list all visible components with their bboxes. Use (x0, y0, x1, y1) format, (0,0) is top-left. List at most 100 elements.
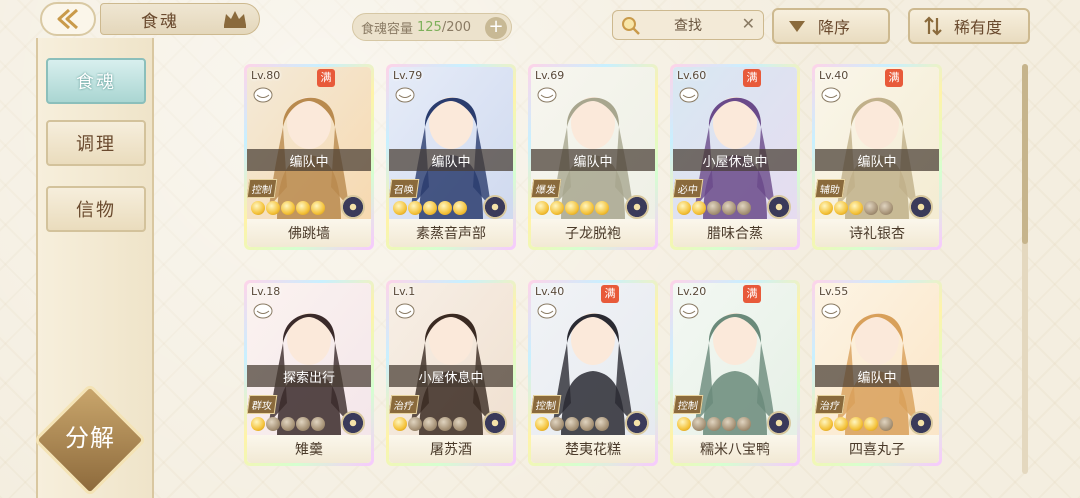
level-label: Lv.20 (677, 285, 707, 298)
status-badge: 小屋休息中 (389, 365, 513, 387)
star-icon (722, 201, 736, 215)
element-icon (909, 411, 933, 435)
star-icon (707, 417, 721, 431)
bowl-icon (821, 87, 841, 103)
star-icon (677, 417, 691, 431)
bowl-icon (537, 303, 557, 319)
star-icon (737, 201, 751, 215)
star-rating (819, 417, 893, 431)
card-name: 雉羹 (247, 435, 371, 463)
food-soul-card[interactable]: Lv.20 满 控制 糯米八宝鸭 (670, 280, 800, 466)
star-icon (550, 201, 564, 215)
star-rating (251, 201, 325, 215)
back-arrow-icon (57, 8, 79, 30)
role-tag: 爆发 (531, 179, 562, 198)
star-icon (677, 201, 691, 215)
search-input[interactable]: 查找 ✕ (612, 10, 764, 40)
level-label: Lv.60 (677, 69, 707, 82)
star-icon (423, 417, 437, 431)
card-name: 屠苏酒 (389, 435, 513, 463)
food-soul-card[interactable]: Lv.60 满 小屋休息中 必中 腊味合蒸 (670, 64, 800, 250)
sidebar-item-label: 调理 (76, 134, 116, 155)
food-soul-card[interactable]: Lv.40 满 编队中 辅助 诗礼银杏 (812, 64, 942, 250)
status-badge: 小屋休息中 (673, 149, 797, 171)
status-badge: 编队中 (531, 149, 655, 171)
page-title: 食魂 (141, 11, 179, 32)
food-soul-card[interactable]: Lv.1 小屋休息中 治疗 屠苏酒 (386, 280, 516, 466)
capacity-current: 125 (417, 19, 442, 35)
card-name: 子龙脱袍 (531, 219, 655, 247)
element-icon (767, 195, 791, 219)
sidebar-item-food-souls[interactable]: 食魂 (46, 58, 146, 104)
role-tag: 控制 (247, 179, 278, 198)
sort-order-button[interactable]: 降序 (772, 8, 890, 44)
star-icon (565, 201, 579, 215)
rarity-filter-button[interactable]: 稀有度 (908, 8, 1030, 44)
star-rating (393, 201, 467, 215)
sort-down-icon (789, 21, 805, 32)
role-tag: 控制 (673, 395, 704, 414)
level-label: Lv.69 (535, 69, 565, 82)
star-icon (251, 201, 265, 215)
role-tag: 控制 (531, 395, 562, 414)
food-soul-card[interactable]: Lv.18 探索出行 群攻 雉羹 (244, 280, 374, 466)
star-icon (311, 417, 325, 431)
back-button[interactable] (40, 2, 96, 36)
star-icon (834, 417, 848, 431)
max-level-badge: 满 (601, 285, 619, 303)
star-icon (535, 201, 549, 215)
food-soul-card[interactable]: Lv.40 满 控制 楚夷花糕 (528, 280, 658, 466)
card-name: 佛跳墙 (247, 219, 371, 247)
food-soul-card[interactable]: Lv.80 满 编队中 控制 佛跳墙 (244, 64, 374, 250)
max-level-badge: 满 (885, 69, 903, 87)
capacity-add-button[interactable]: + (485, 17, 507, 39)
clear-icon[interactable]: ✕ (742, 14, 755, 33)
star-icon (864, 201, 878, 215)
star-icon (737, 417, 751, 431)
star-icon (595, 417, 609, 431)
status-badge: 编队中 (815, 365, 939, 387)
star-icon (296, 201, 310, 215)
level-label: Lv.79 (393, 69, 423, 82)
star-rating (393, 417, 467, 431)
sidebar-item-cooking[interactable]: 调理 (46, 120, 146, 166)
star-icon (692, 417, 706, 431)
food-soul-card[interactable]: Lv.69 编队中 爆发 子龙脱袍 (528, 64, 658, 250)
bowl-icon (395, 87, 415, 103)
star-icon (580, 201, 594, 215)
level-label: Lv.55 (819, 285, 849, 298)
sidebar-item-tokens[interactable]: 信物 (46, 186, 146, 232)
star-icon (692, 201, 706, 215)
level-label: Lv.40 (819, 69, 849, 82)
scrollbar[interactable] (1022, 64, 1028, 474)
capacity-label: 食魂容量 (361, 21, 414, 37)
food-soul-card[interactable]: Lv.55 编队中 治疗 四喜丸子 (812, 280, 942, 466)
food-soul-card[interactable]: Lv.79 编队中 召唤 素蒸音声部 (386, 64, 516, 250)
bowl-icon (253, 87, 273, 103)
sidebar-item-label: 食魂 (76, 72, 116, 93)
bowl-icon (253, 303, 273, 319)
level-label: Lv.80 (251, 69, 281, 82)
element-icon (341, 411, 365, 435)
top-bar: 食魂 食魂容量 125 /200 + 查找 ✕ 降序 稀有度 (0, 0, 1080, 48)
card-name: 腊味合蒸 (673, 219, 797, 247)
star-icon (393, 417, 407, 431)
element-icon (341, 195, 365, 219)
role-tag: 辅助 (815, 179, 846, 198)
element-icon (909, 195, 933, 219)
max-level-badge: 满 (743, 285, 761, 303)
star-icon (550, 417, 564, 431)
bowl-icon (395, 303, 415, 319)
decompose-label: 分解 (65, 424, 115, 452)
scrollbar-thumb[interactable] (1022, 64, 1028, 244)
title-plate: 食魂 (100, 3, 260, 35)
star-icon (864, 417, 878, 431)
star-icon (879, 201, 893, 215)
star-icon (266, 201, 280, 215)
star-icon (438, 417, 452, 431)
star-icon (438, 201, 452, 215)
star-rating (535, 201, 609, 215)
star-icon (819, 417, 833, 431)
star-icon (834, 201, 848, 215)
capacity-total: /200 (441, 19, 472, 35)
